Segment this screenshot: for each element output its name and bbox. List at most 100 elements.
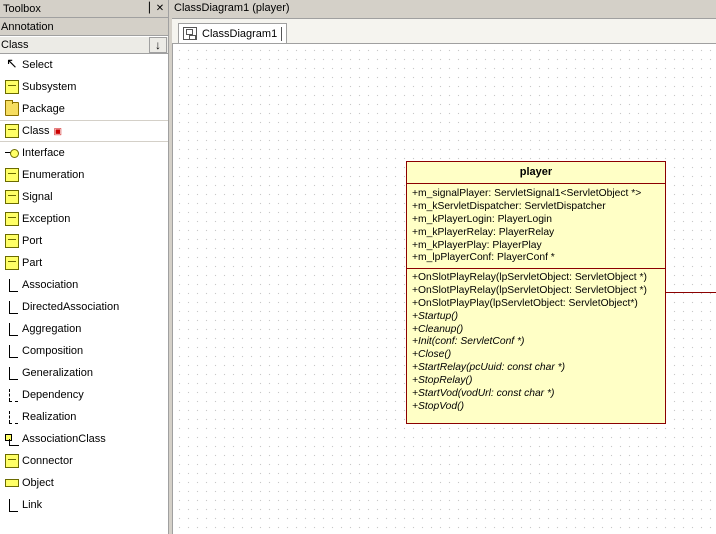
toolbox-group-class[interactable]: Class ↓ <box>0 36 168 54</box>
toolbox-title: Toolbox <box>3 2 41 15</box>
toolbox-item-label: Part <box>22 257 43 269</box>
diagram-tab-strip: ClassDiagram1 <box>172 19 716 44</box>
toolbox-item-label: Port <box>22 235 43 247</box>
class-attribute: +m_kPlayerLogin: PlayerLogin <box>412 213 552 225</box>
class-operation: +OnSlotPlayRelay(lpServletObject: Servle… <box>412 284 647 296</box>
diagram-canvas[interactable]: player +m_signalPlayer: ServletSignal1<S… <box>172 44 716 534</box>
aggregation-icon <box>5 322 19 336</box>
toolbox-item-label: Dependency <box>22 389 84 401</box>
toolbox-item-directedassociation[interactable]: DirectedAssociation <box>0 296 168 318</box>
connector-icon <box>5 454 19 468</box>
class-diagram-icon <box>183 27 197 40</box>
chevron-down-icon[interactable]: ↓ <box>149 37 167 53</box>
composition-icon <box>5 344 19 358</box>
toolbox-item-label: Aggregation <box>22 323 82 335</box>
interface-icon <box>5 146 19 160</box>
document-title-bar: ClassDiagram1 (player) <box>172 0 716 19</box>
class-operations-compartment: +OnSlotPlayRelay(lpServletObject: Servle… <box>407 269 665 414</box>
class-attribute: +m_kPlayerPlay: PlayerPlay <box>412 239 542 251</box>
toolbox-item-label: Class <box>22 125 50 137</box>
toolbox-item-label: Subsystem <box>22 81 77 93</box>
toolbox-item-associationclass[interactable]: AssociationClass <box>0 428 168 450</box>
toolbox-item-part[interactable]: Part <box>0 252 168 274</box>
pin-icon[interactable]: ▕ <box>140 3 152 14</box>
document-title: ClassDiagram1 (player) <box>174 2 290 14</box>
class-operation: +Close() <box>412 349 452 361</box>
toolbox-item-port[interactable]: Port <box>0 230 168 252</box>
close-icon[interactable]: ✕ <box>154 3 166 14</box>
toolbox-item-interface[interactable]: Interface <box>0 142 168 164</box>
toolbox-item-label: Connector <box>22 455 73 467</box>
subsystem-icon <box>5 80 19 94</box>
toolbox-item-label: AssociationClass <box>22 433 106 445</box>
class-operation: +OnSlotPlayRelay(lpServletObject: Servle… <box>412 272 647 283</box>
enumeration-icon <box>5 168 19 182</box>
class-attribute: +m_kPlayerRelay: PlayerRelay <box>412 226 555 238</box>
class-operation: +StopVod() <box>412 400 464 412</box>
realization-icon <box>5 410 19 424</box>
class-operation: +Startup() <box>412 310 459 322</box>
toolbox-item-label: Generalization <box>22 367 93 379</box>
tab-classdiagram1[interactable]: ClassDiagram1 <box>178 23 288 43</box>
relationship-line[interactable] <box>666 292 716 293</box>
toolbox-group-label: Annotation <box>1 20 54 33</box>
class-operation: +Cleanup() <box>412 323 464 335</box>
class-operation: +OnSlotPlayPlay(lpServletObject: Servlet… <box>412 297 638 309</box>
package-icon <box>5 100 19 116</box>
class-operation: +Init(conf: ServletConf *) <box>412 336 525 348</box>
toolbox-item-label: Signal <box>22 191 53 203</box>
toolbox-item-label: Package <box>22 103 65 115</box>
toolbox-group-label: Class <box>1 39 29 51</box>
toolbox-item-package[interactable]: Package <box>0 98 168 120</box>
toolbox-item-generalization[interactable]: Generalization <box>0 362 168 384</box>
generalization-icon <box>5 366 19 380</box>
toolbox-item-realization[interactable]: Realization <box>0 406 168 428</box>
toolbox-item-select[interactable]: Select <box>0 54 168 76</box>
tab-divider <box>281 26 283 41</box>
exception-icon <box>5 212 19 226</box>
toolbox-panel: Toolbox ▕ ✕ Annotation Class ↓ Select Sub… <box>0 0 169 534</box>
toolbox-item-list: Select Subsystem Package Class▣ Interface Enu… <box>0 54 168 516</box>
toolbox-item-signal[interactable]: Signal <box>0 186 168 208</box>
toolbox-item-subsystem[interactable]: Subsystem <box>0 76 168 98</box>
lock-icon: ▣ <box>53 125 63 136</box>
association-class-icon <box>5 432 19 446</box>
dependency-icon <box>5 388 19 402</box>
toolbox-item-label: Select <box>22 59 53 71</box>
toolbox-item-dependency[interactable]: Dependency <box>0 384 168 406</box>
tab-label: ClassDiagram1 <box>202 27 278 40</box>
toolbox-item-association[interactable]: Association <box>0 274 168 296</box>
toolbox-item-label: Enumeration <box>22 169 85 181</box>
toolbox-item-link[interactable]: Link <box>0 494 168 516</box>
toolbox-item-label: DirectedAssociation <box>22 301 120 313</box>
port-icon <box>5 234 19 248</box>
class-attributes-compartment: +m_signalPlayer: ServletSignal1<ServletO… <box>407 184 665 269</box>
toolbox-item-label: Realization <box>22 411 77 423</box>
toolbox-title-bar: Toolbox ▕ ✕ <box>0 0 168 18</box>
toolbox-item-label: Interface <box>22 147 65 159</box>
toolbox-item-label: Exception <box>22 213 71 225</box>
toolbox-item-enumeration[interactable]: Enumeration <box>0 164 168 186</box>
toolbox-item-composition[interactable]: Composition <box>0 340 168 362</box>
toolbox-item-class[interactable]: Class ▣ <box>0 120 168 142</box>
class-operation: +StartVod(vodUrl: const char *) <box>412 388 555 400</box>
toolbox-item-label: Association <box>22 279 79 291</box>
select-arrow-icon <box>5 55 19 72</box>
toolbox-item-connector[interactable]: Connector <box>0 450 168 472</box>
object-icon <box>5 479 19 487</box>
link-icon <box>5 498 19 512</box>
part-icon <box>5 256 19 270</box>
signal-icon <box>5 190 19 204</box>
toolbox-item-exception[interactable]: Exception <box>0 208 168 230</box>
toolbox-group-annotation[interactable]: Annotation <box>0 18 168 36</box>
uml-class-box[interactable]: player +m_signalPlayer: ServletSignal1<S… <box>406 161 666 424</box>
toolbox-item-object[interactable]: Object <box>0 472 168 494</box>
class-operation: +StartRelay(pcUuid: const char *) <box>412 362 566 374</box>
class-attribute: +m_kServletDispatcher: ServletDispatcher <box>412 200 606 212</box>
class-attribute: +m_lpPlayerConf: PlayerConf * <box>412 252 555 264</box>
toolbox-item-aggregation[interactable]: Aggregation <box>0 318 168 340</box>
directed-association-icon <box>5 300 19 314</box>
class-name: player <box>407 162 665 184</box>
toolbox-item-label: Object <box>22 477 54 489</box>
class-operation: +StopRelay() <box>412 375 473 387</box>
